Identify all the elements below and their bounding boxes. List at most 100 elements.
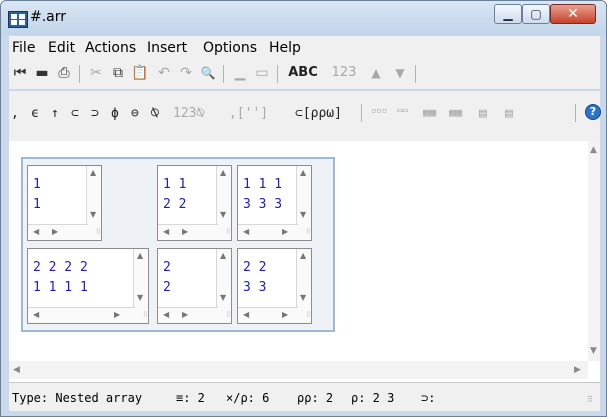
menu-edit[interactable]: Edit <box>48 40 75 56</box>
scroll-right-arrow-icon[interactable]: ▶ <box>182 310 188 319</box>
abc-button[interactable]: ABC <box>285 64 321 82</box>
scroll-down-arrow-icon[interactable]: ▼ <box>300 210 306 219</box>
menu-options[interactable]: Options <box>203 40 257 56</box>
take-symbol[interactable]: ↑ <box>51 106 59 121</box>
scroll-down-arrow-icon[interactable]: ▼ <box>590 346 597 356</box>
cell-vertical-scrollbar[interactable]: ▲ ▼ <box>133 249 148 308</box>
scroll-right-arrow-icon[interactable]: ▶ <box>574 365 581 375</box>
enclose-button[interactable]: ⊂[ρρω] <box>295 106 342 121</box>
save-icon[interactable]: ▬ <box>33 64 51 82</box>
scroll-up-arrow-icon[interactable]: ▲ <box>220 168 226 177</box>
scroll-up-arrow-icon[interactable]: ▲ <box>300 251 306 260</box>
resize-grip-icon[interactable]: ⠿ <box>216 308 231 323</box>
cell-vertical-scrollbar[interactable]: ▲ ▼ <box>216 249 231 308</box>
redo-icon[interactable]: ↷ <box>177 64 195 82</box>
scroll-up-arrow-icon[interactable]: ▲ <box>90 168 96 177</box>
scroll-left-arrow-icon[interactable]: ◀ <box>163 227 169 236</box>
scroll-down-arrow-icon[interactable]: ▼ <box>137 293 143 302</box>
scroll-left-arrow-icon[interactable]: ◀ <box>243 227 249 236</box>
box-icon[interactable]: ▭ <box>253 64 271 82</box>
scroll-up-arrow-icon[interactable]: ▲ <box>300 168 306 177</box>
array-cell[interactable]: 1 1 13 3 3 ▲ ▼ ◀ ▶ ⠿ <box>237 165 312 241</box>
cell-vertical-scrollbar[interactable]: ▲ ▼ <box>86 166 101 225</box>
status-first: ⊃: <box>421 391 436 405</box>
array-cell[interactable]: 22 ▲ ▼ ◀ ▶ ⠿ <box>157 248 232 324</box>
array-cell[interactable]: 1 12 2 ▲ ▼ ◀ ▶ ⠿ <box>157 165 232 241</box>
cell-vertical-scrollbar[interactable]: ▲ ▼ <box>296 249 311 308</box>
layout-5-icon[interactable]: ▤ <box>479 106 487 121</box>
scroll-down-arrow-icon[interactable]: ▼ <box>220 210 226 219</box>
layout-3-icon[interactable]: ▦▦ <box>423 106 436 119</box>
find-icon[interactable]: 🔍 <box>199 64 217 82</box>
cell-horizontal-scrollbar[interactable]: ◀ ▶ <box>158 307 218 323</box>
cell-horizontal-scrollbar[interactable]: ◀ ▶ <box>28 307 135 323</box>
vertical-scrollbar[interactable]: ▲ ▼ <box>588 141 600 361</box>
horizontal-scrollbar[interactable]: ◀ ▶ <box>9 361 588 379</box>
cell-horizontal-scrollbar[interactable]: ◀ ▶ <box>28 224 88 240</box>
help-icon[interactable]: ? <box>585 104 601 120</box>
cell-horizontal-scrollbar[interactable]: ◀ ▶ <box>238 307 298 323</box>
minimize-button[interactable]: ▁ <box>494 4 522 24</box>
scroll-left-arrow-icon[interactable]: ◀ <box>243 310 249 319</box>
disclose-symbol[interactable]: ⊃ <box>91 106 99 121</box>
scroll-right-arrow-icon[interactable]: ▶ <box>52 227 58 236</box>
up-arrow-icon[interactable]: ▲ <box>367 64 385 82</box>
scroll-down-arrow-icon[interactable]: ▼ <box>90 210 96 219</box>
scroll-down-arrow-icon[interactable]: ▼ <box>300 293 306 302</box>
scroll-left-arrow-icon[interactable]: ◀ <box>33 310 39 319</box>
layout-4-icon[interactable]: ▦▦ <box>449 106 462 119</box>
scroll-up-arrow-icon[interactable]: ▲ <box>137 251 143 260</box>
close-button[interactable]: ✕ <box>550 4 596 24</box>
scroll-up-arrow-icon[interactable]: ▲ <box>590 145 597 155</box>
print-icon[interactable]: ⎙ <box>55 64 73 82</box>
cell-vertical-scrollbar[interactable]: ▲ ▼ <box>296 166 311 225</box>
resize-grip-icon[interactable]: ⠿ <box>296 225 311 240</box>
layout-1-icon[interactable]: ▫▫▫ <box>371 106 387 116</box>
window-title: #.arr <box>30 9 67 25</box>
resize-grip-icon[interactable]: ⠿ <box>86 225 101 240</box>
enclose-symbol[interactable]: ⊂ <box>71 106 79 121</box>
menu-file[interactable]: File <box>12 40 35 56</box>
down-arrow-icon[interactable]: ▼ <box>391 64 409 82</box>
number-button[interactable]: 123 <box>327 64 361 82</box>
scroll-left-arrow-icon[interactable]: ◀ <box>33 227 39 236</box>
window-resize-grip-icon[interactable]: ⠿ <box>587 395 593 404</box>
maximize-button[interactable]: ▢ <box>522 4 550 24</box>
scroll-up-arrow-icon[interactable]: ▲ <box>220 251 226 260</box>
first-icon[interactable]: ⏮ <box>11 64 29 82</box>
layout-2-icon[interactable]: ▭▭ <box>397 106 408 116</box>
rotate-symbol[interactable]: ⊖ <box>131 106 139 121</box>
scroll-right-arrow-icon[interactable]: ▶ <box>114 310 120 319</box>
resize-grip-icon[interactable]: ⠿ <box>133 308 148 323</box>
menu-actions[interactable]: Actions <box>85 40 136 56</box>
scroll-right-arrow-icon[interactable]: ▶ <box>282 227 288 236</box>
scroll-left-arrow-icon[interactable]: ◀ <box>163 310 169 319</box>
paste-icon[interactable]: 📋 <box>131 64 149 82</box>
scroll-left-arrow-icon[interactable]: ◀ <box>13 365 20 375</box>
scroll-right-arrow-icon[interactable]: ▶ <box>282 310 288 319</box>
scroll-right-arrow-icon[interactable]: ▶ <box>182 227 188 236</box>
layout-6-icon[interactable]: ▤ <box>505 106 513 121</box>
quote-button[interactable]: ,[''] <box>229 106 268 121</box>
menu-help[interactable]: Help <box>269 40 301 56</box>
format-number-button[interactable]: 123⍉ <box>173 106 204 121</box>
cell-horizontal-scrollbar[interactable]: ◀ ▶ <box>158 224 218 240</box>
reverse-symbol[interactable]: ϕ <box>111 106 119 121</box>
comma-symbol[interactable]: , <box>11 106 19 121</box>
array-cell[interactable]: 11 ▲ ▼ ◀ ▶ ⠿ <box>27 165 102 241</box>
resize-grip-icon[interactable]: ⠿ <box>216 225 231 240</box>
nested-array-display[interactable]: 11 ▲ ▼ ◀ ▶ ⠿ 1 12 2 ▲ ▼ ◀ ▶ ⠿ 1 1 13 3 3 ▲ ▼ … <box>21 157 335 332</box>
array-cell[interactable]: 2 2 2 21 1 1 1 ▲ ▼ ◀ ▶ ⠿ <box>27 248 149 324</box>
transpose-symbol[interactable]: ⍉ <box>151 106 159 121</box>
epsilon-symbol[interactable]: ϵ <box>31 106 39 121</box>
resize-grip-icon[interactable]: ⠿ <box>296 308 311 323</box>
menu-insert[interactable]: Insert <box>147 40 187 56</box>
cut-icon[interactable]: ✂ <box>87 64 105 82</box>
line-icon[interactable]: ▁ <box>231 64 249 82</box>
array-cell[interactable]: 2 23 3 ▲ ▼ ◀ ▶ ⠿ <box>237 248 312 324</box>
cell-horizontal-scrollbar[interactable]: ◀ ▶ <box>238 224 298 240</box>
scroll-down-arrow-icon[interactable]: ▼ <box>220 293 226 302</box>
undo-icon[interactable]: ↶ <box>155 64 173 82</box>
cell-vertical-scrollbar[interactable]: ▲ ▼ <box>216 166 231 225</box>
copy-icon[interactable]: ⧉ <box>109 64 127 82</box>
